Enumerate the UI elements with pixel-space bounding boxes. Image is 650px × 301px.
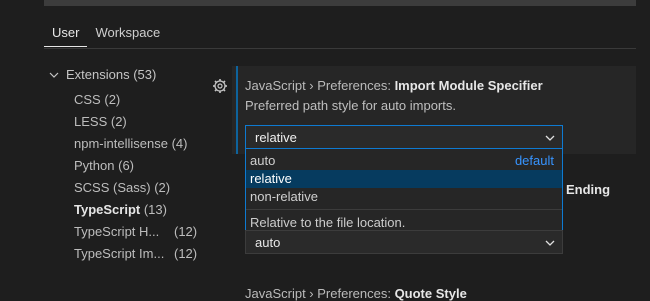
tree-item-count: (12)	[174, 246, 198, 261]
tree-item-count: (2)	[154, 180, 171, 195]
settings-scope-tabs: User Workspace	[44, 20, 168, 48]
tree-item-count: (2)	[110, 114, 127, 129]
option-description: Relative to the file location.	[250, 215, 406, 230]
tree-item-typescript-hero[interactable]: TypeScript H... (12)	[74, 224, 197, 239]
chevron-down-icon	[545, 135, 555, 141]
dropdown-divider	[246, 209, 562, 210]
tree-item-less[interactable]: LESS (2)	[74, 114, 127, 129]
setting-name: Quote Style	[394, 286, 467, 301]
tab-workspace[interactable]: Workspace	[87, 20, 168, 46]
option-label: non-relative	[250, 189, 318, 204]
setting-title: JavaScript › Preferences: Import Module …	[245, 78, 543, 93]
chevron-down-icon	[49, 72, 59, 78]
default-tag: default	[514, 153, 554, 168]
new-line-select[interactable]: auto	[245, 230, 563, 254]
tabs-divider	[44, 48, 636, 49]
next-setting-title: JavaScript › Preferences: Quote Style	[245, 286, 467, 301]
tree-group-label: Extensions (53)	[66, 67, 157, 82]
option-relative[interactable]: relative	[246, 170, 562, 188]
option-label: relative	[250, 171, 292, 186]
tree-item-python[interactable]: Python (6)	[74, 158, 134, 173]
tree-item-count: (13)	[143, 202, 167, 217]
tree-item-count: (2)	[104, 92, 121, 107]
partial-setting-title: Ending	[566, 182, 611, 197]
tree-item-label: TypeScript H...	[74, 224, 160, 239]
tree-item-npm-intellisense[interactable]: npm-intellisense (4)	[74, 136, 187, 151]
gear-icon[interactable]	[212, 78, 228, 94]
select-value: auto	[255, 235, 281, 250]
setting-name: Import Module Specifier	[394, 78, 543, 93]
tab-user[interactable]: User	[44, 20, 88, 47]
tree-item-label: SCSS (Sass)	[74, 180, 151, 195]
setting-description: Preferred path style for auto imports.	[245, 98, 456, 113]
option-label: auto	[250, 153, 276, 168]
import-module-specifier-select[interactable]: relative	[245, 125, 563, 149]
select-dropdown-list: auto default relative non-relative Relat…	[245, 149, 563, 235]
option-non-relative[interactable]: non-relative	[246, 188, 562, 206]
tree-item-css[interactable]: CSS (2)	[74, 92, 120, 107]
chevron-down-icon	[545, 240, 555, 246]
tree-item-label: TypeScript	[74, 202, 141, 217]
tree-item-count: (6)	[118, 158, 134, 173]
tree-item-typescript-importer[interactable]: TypeScript Im... (12)	[74, 246, 197, 261]
tree-item-count: (12)	[174, 224, 198, 239]
tree-item-label: Python	[74, 158, 115, 173]
tree-item-scss[interactable]: SCSS (Sass) (2)	[74, 180, 170, 195]
setting-category: JavaScript › Preferences:	[245, 286, 395, 301]
tree-item-label: CSS	[74, 92, 101, 107]
setting-focus-bar	[236, 66, 238, 154]
select-value: relative	[255, 130, 297, 145]
tree-item-typescript[interactable]: TypeScript (13)	[74, 202, 167, 217]
tree-group-extensions[interactable]: Extensions (53)	[48, 67, 156, 82]
tree-item-count: (4)	[171, 136, 188, 151]
setting-category: JavaScript › Preferences:	[245, 78, 395, 93]
tree-item-label: LESS	[74, 114, 108, 129]
option-auto[interactable]: auto default	[246, 152, 562, 170]
tree-item-label: TypeScript Im...	[74, 246, 165, 261]
tree-item-label: npm-intellisense	[74, 136, 168, 151]
search-settings-input[interactable]	[44, 0, 636, 6]
